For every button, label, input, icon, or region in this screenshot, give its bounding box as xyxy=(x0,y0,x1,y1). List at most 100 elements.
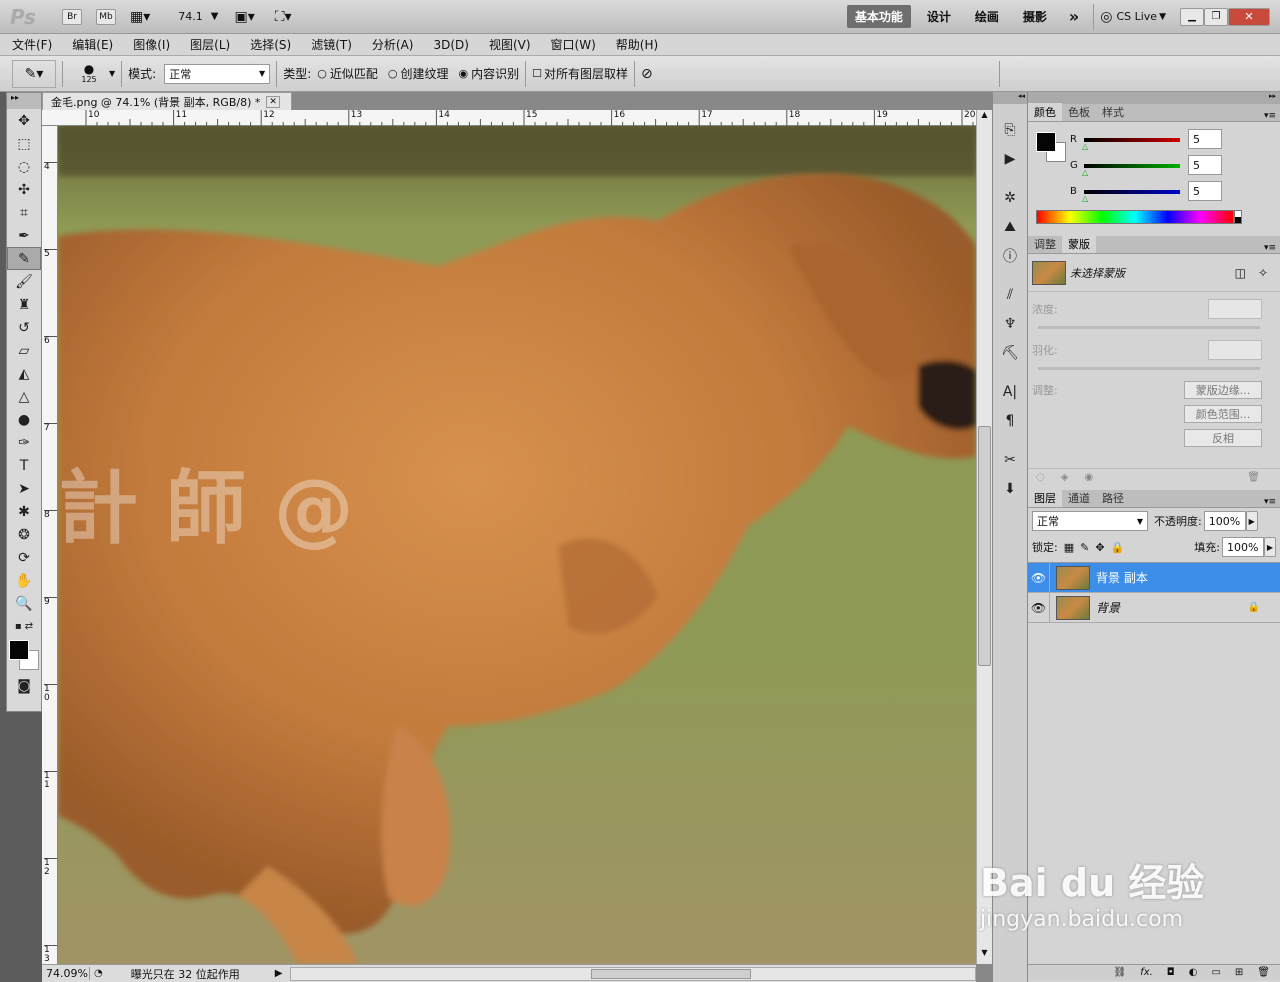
color-spectrum-bar[interactable] xyxy=(1036,210,1234,224)
restore-button[interactable]: ❐ xyxy=(1204,7,1228,26)
slider-caret-icon[interactable]: △ xyxy=(1082,142,1088,151)
move-tool-icon[interactable]: ✥ xyxy=(7,109,41,132)
delete-layer-icon[interactable]: 🗑 xyxy=(1257,967,1270,978)
menu-layer[interactable]: 图层(L) xyxy=(190,36,230,53)
color-fg-swatch[interactable] xyxy=(1036,132,1056,152)
menu-view[interactable]: 视图(V) xyxy=(489,36,531,53)
status-info-icon[interactable]: ◔ xyxy=(94,968,103,979)
pressure-size-icon[interactable]: ⊘ xyxy=(641,66,653,82)
workspace-design[interactable]: 设计 xyxy=(919,5,959,28)
measurement-panel-icon[interactable]: ⬇ xyxy=(993,477,1027,500)
bridge-button[interactable]: Br xyxy=(62,8,82,25)
cslive-dropdown-icon[interactable]: ▼ xyxy=(1159,12,1166,22)
zoom-tool-icon[interactable]: 🔍 xyxy=(7,592,41,615)
navigator-panel-icon[interactable]: ✲ xyxy=(993,186,1027,209)
lock-position-icon[interactable]: ✥ xyxy=(1095,541,1104,554)
menu-select[interactable]: 选择(S) xyxy=(250,36,291,53)
clone-stamp-icon[interactable]: ♜ xyxy=(7,293,41,316)
layer-row[interactable]: 👁 背景 🔒 xyxy=(1028,592,1280,623)
eyedropper-tool-icon[interactable]: ✒ xyxy=(7,224,41,247)
view-extras-icon[interactable]: ▦▾ xyxy=(130,9,150,25)
tool-preset-picker[interactable]: ✎▾ xyxy=(12,59,56,88)
status-menu-icon[interactable]: ▶ xyxy=(275,968,283,979)
blur-tool-icon[interactable]: △ xyxy=(7,385,41,408)
spot-healing-brush-icon[interactable]: ✎ xyxy=(7,247,41,270)
density-field[interactable] xyxy=(1208,299,1262,319)
delete-mask-icon[interactable]: 🗑 xyxy=(1247,472,1260,483)
color-swatches[interactable] xyxy=(7,638,41,674)
color-spectrum-bw[interactable] xyxy=(1234,210,1242,224)
opacity-slider-button[interactable]: ▶ xyxy=(1245,511,1258,531)
lasso-tool-icon[interactable]: ◌ xyxy=(7,155,41,178)
menu-help[interactable]: 帮助(H) xyxy=(616,36,658,53)
slider-caret-icon[interactable]: △ xyxy=(1082,168,1088,177)
channel-value-field[interactable]: 5 xyxy=(1188,181,1222,201)
cslive-button[interactable]: CS Live xyxy=(1116,10,1157,23)
tool-presets-panel-icon[interactable]: ⛏ xyxy=(993,341,1027,364)
channel-slider[interactable]: △ xyxy=(1082,190,1180,203)
character-panel-icon[interactable]: A| xyxy=(993,380,1027,403)
lock-transparent-icon[interactable]: ▦ xyxy=(1064,541,1074,554)
pen-tool-icon[interactable]: ✑ xyxy=(7,431,41,454)
menu-edit[interactable]: 编辑(E) xyxy=(72,36,113,53)
histogram-panel-icon[interactable]: ⛰ xyxy=(993,215,1027,238)
minibridge-button[interactable]: Mb xyxy=(96,8,116,25)
radio-proximity-match[interactable]: ○ xyxy=(317,67,327,80)
channel-slider[interactable]: △ xyxy=(1082,138,1180,151)
density-slider[interactable] xyxy=(1038,326,1260,329)
info-panel-icon[interactable]: ⓘ xyxy=(993,244,1027,267)
horizontal-ruler[interactable]: 10 11 12 13 14 15 16 17 18 19 20 xyxy=(42,110,1040,126)
new-layer-icon[interactable]: ⊞ xyxy=(1235,967,1243,978)
eye-icon[interactable]: 👁 xyxy=(1028,562,1050,593)
history-panel-icon[interactable]: ⎘ xyxy=(993,118,1027,141)
type-tool-icon[interactable]: T xyxy=(7,454,41,477)
invert-button[interactable]: 反相 xyxy=(1184,429,1262,447)
channel-slider[interactable]: △ xyxy=(1082,164,1180,177)
zoom-level[interactable]: 74.1 xyxy=(178,10,203,23)
layer-style-icon[interactable]: fx. xyxy=(1140,967,1153,978)
close-button[interactable]: ✕ xyxy=(1228,7,1270,26)
screen-mode-icon[interactable]: ⛶▾ xyxy=(275,9,292,25)
workspace-photography[interactable]: 摄影 xyxy=(1015,5,1055,28)
fill-slider-button[interactable]: ▶ xyxy=(1264,537,1276,557)
image-canvas[interactable]: 計 師 @ xyxy=(58,126,976,964)
brushes-panel-icon[interactable]: ⫽ xyxy=(993,283,1027,306)
link-layers-icon[interactable]: ⛓ xyxy=(1113,967,1126,978)
path-selection-icon[interactable]: ➤ xyxy=(7,477,41,500)
tab-channels[interactable]: 通道 xyxy=(1062,489,1096,507)
menu-filter[interactable]: 滤镜(T) xyxy=(311,36,352,53)
radio-content-aware[interactable]: ◉ xyxy=(459,67,469,80)
channel-value-field[interactable]: 5 xyxy=(1188,129,1222,149)
hscroll-thumb[interactable] xyxy=(591,968,752,979)
actions-panel-icon[interactable]: ▶ xyxy=(993,147,1027,170)
eye-icon[interactable]: 👁 xyxy=(1028,592,1050,623)
minimize-button[interactable]: ▁ xyxy=(1180,7,1204,26)
paint-bucket-icon[interactable]: ◭ xyxy=(7,362,41,385)
radio-create-texture[interactable]: ○ xyxy=(388,67,398,80)
menu-window[interactable]: 窗口(W) xyxy=(551,36,596,53)
mask-edge-button[interactable]: 蒙版边缘... xyxy=(1184,381,1262,399)
3d-rotate-icon[interactable]: ❂ xyxy=(7,523,41,546)
history-brush-icon[interactable]: ↺ xyxy=(7,316,41,339)
new-group-icon[interactable]: ▭ xyxy=(1211,967,1220,978)
crop-tool-icon[interactable]: ⌗ xyxy=(7,201,41,224)
disable-mask-icon[interactable]: ◉ xyxy=(1084,472,1093,483)
brush-tool-icon[interactable]: 🖌 xyxy=(7,270,41,293)
swap-colors-icon[interactable]: ▪ ⇄ xyxy=(7,615,41,638)
brush-dropdown-icon[interactable]: ▼ xyxy=(109,69,115,78)
tab-styles[interactable]: 样式 xyxy=(1096,103,1130,121)
color-range-button[interactable]: 颜色范围... xyxy=(1184,405,1262,423)
document-tab[interactable]: 金毛.png @ 74.1% (背景 副本, RGB/8) * ✕ xyxy=(42,92,292,110)
vector-mask-icon[interactable]: ✧ xyxy=(1258,266,1268,280)
workspace-painting[interactable]: 绘画 xyxy=(967,5,1007,28)
tab-paths[interactable]: 路径 xyxy=(1096,489,1130,507)
lock-all-icon[interactable]: 🔒 xyxy=(1111,541,1125,554)
load-selection-icon[interactable]: ◌ xyxy=(1036,472,1045,483)
menu-file[interactable]: 文件(F) xyxy=(12,36,52,53)
vertical-ruler[interactable]: 4 5 6 7 8 9 1 0 1 1 1 2 1 3 xyxy=(42,126,58,964)
feather-field[interactable] xyxy=(1208,340,1262,360)
panel-menu-icon[interactable]: ▾≡ xyxy=(1264,497,1280,507)
lock-image-icon[interactable]: ✎ xyxy=(1080,541,1089,554)
panel-menu-icon[interactable]: ▾≡ xyxy=(1264,243,1280,253)
hand-tool-icon[interactable]: ✋ xyxy=(7,569,41,592)
